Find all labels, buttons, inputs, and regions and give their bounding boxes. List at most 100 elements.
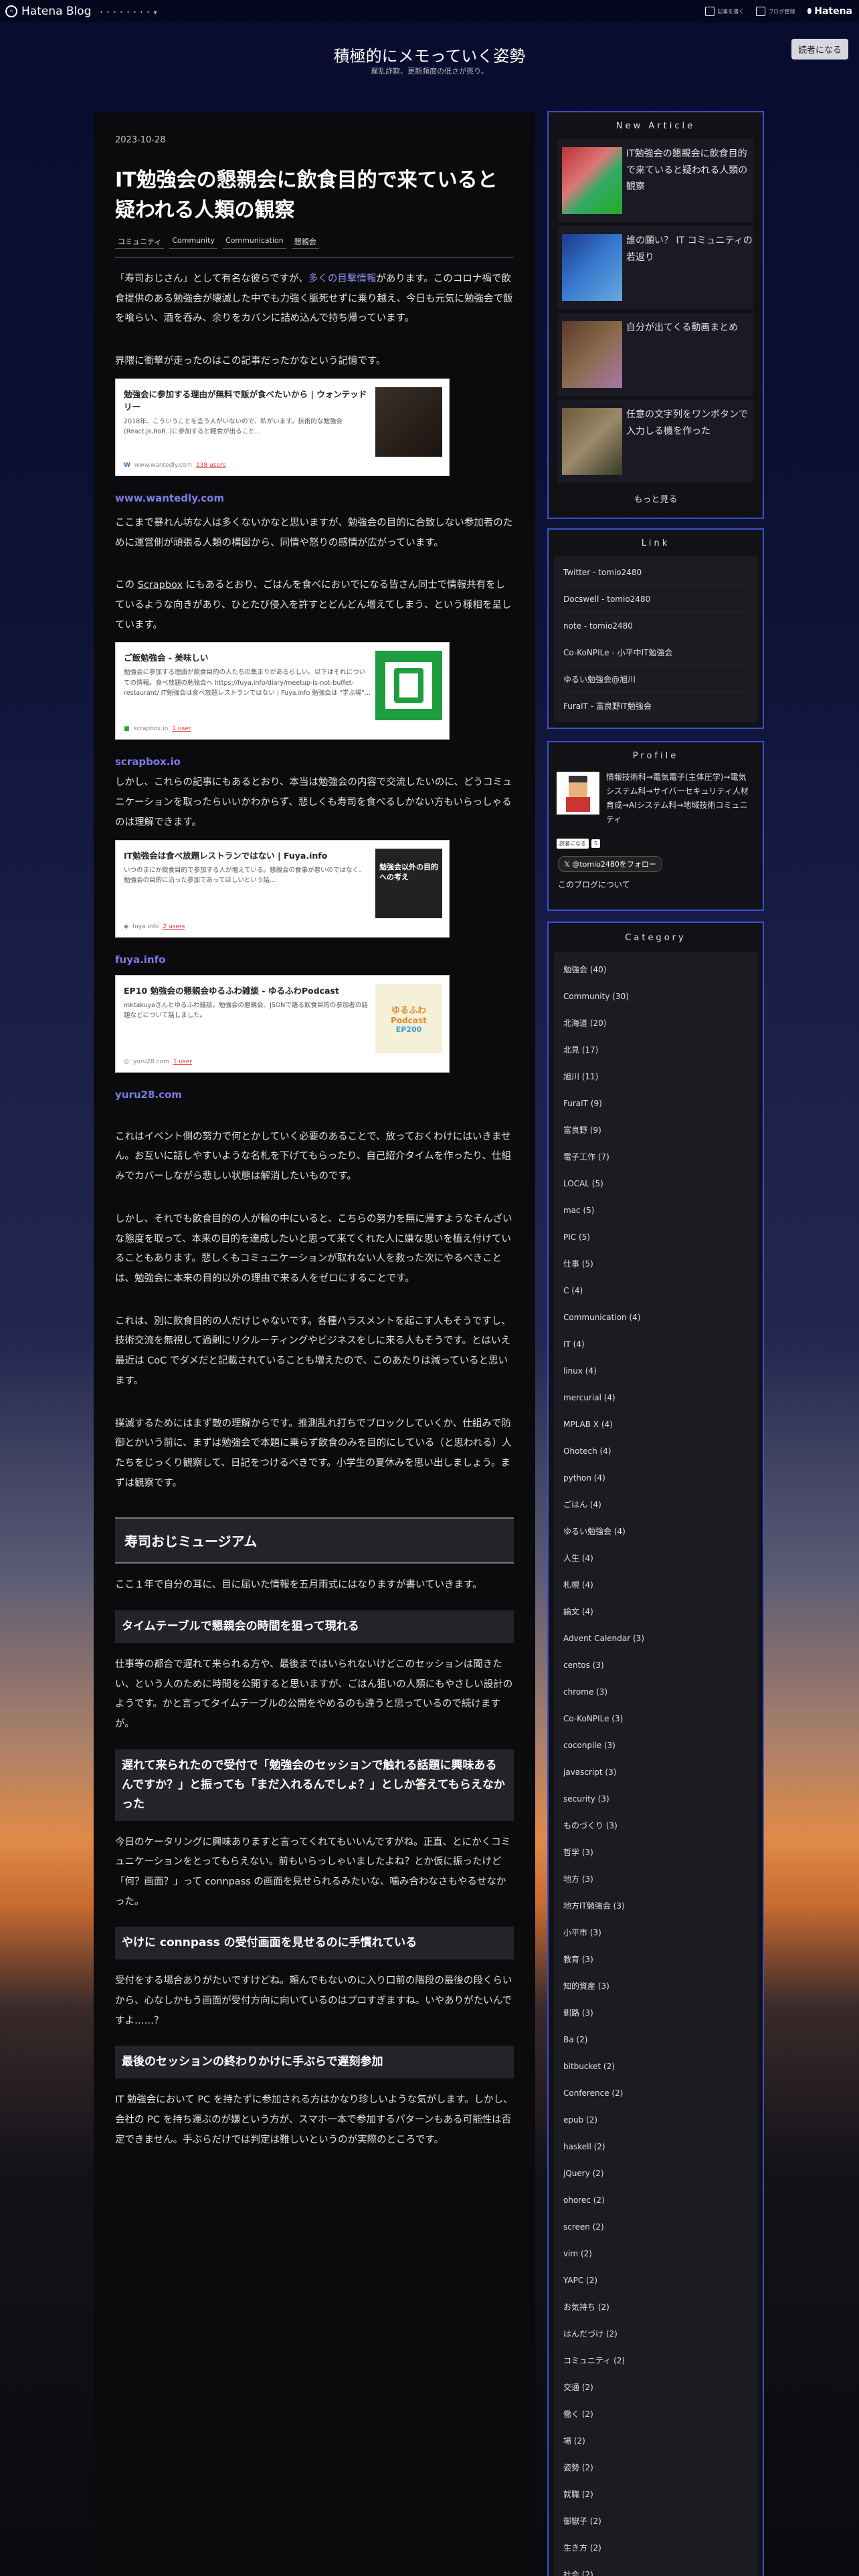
category-item[interactable]: 札幌 (4) — [563, 1572, 748, 1598]
category-item[interactable]: 北海道 (20) — [563, 1010, 748, 1037]
source-link[interactable]: fuya.info — [115, 954, 514, 966]
category-item[interactable]: 生き方 (2) — [563, 2535, 748, 2561]
external-link[interactable]: Co-KoNPILe - 小平中IT勉強会 — [563, 639, 748, 666]
blog-manage-button[interactable]: ブログ管理 — [756, 7, 795, 16]
category-item[interactable]: 勉強会 (40) — [563, 956, 748, 983]
category-item[interactable]: ごはん (4) — [563, 1491, 748, 1518]
category-item[interactable]: PIC (5) — [563, 1224, 748, 1251]
source-link[interactable]: scrapbox.io — [115, 756, 514, 768]
recent-article-item[interactable]: IT勉強会の懇親会に飲食目的で来ていると疑われる人類の観察 — [558, 139, 753, 222]
hatena-menu-button[interactable]: ⬮ Hatena — [807, 6, 852, 17]
link-card-wantedly[interactable]: 勉強会に参加する理由が無料で飯が食べたいから | ウォンテッドリー 2018年、… — [115, 378, 450, 476]
category-item[interactable]: centos (3) — [563, 1652, 748, 1679]
category-item[interactable]: epub (2) — [563, 2107, 748, 2133]
category-item[interactable]: vim (2) — [563, 2240, 748, 2267]
category-item[interactable]: 北見 (17) — [563, 1037, 748, 1063]
category-item[interactable]: python (4) — [563, 1465, 748, 1491]
link-card-yuru28[interactable]: EP10 勉強会の懇親会ゆるふわ雑談 - ゆるふわPodcast mktakuy… — [115, 974, 450, 1073]
category-item[interactable]: javascript (3) — [563, 1759, 748, 1786]
source-link[interactable]: yuru28.com — [115, 1089, 514, 1101]
external-link[interactable]: Twitter - tomio2480 — [563, 559, 748, 586]
category-item[interactable]: 姿勢 (2) — [563, 2454, 748, 2481]
category-item[interactable]: 地方 (3) — [563, 1866, 748, 1893]
subscribe-button[interactable]: 読者になる — [791, 39, 848, 60]
category-item[interactable]: Co-KoNPILe (3) — [563, 1705, 748, 1732]
category-item[interactable]: linux (4) — [563, 1358, 748, 1384]
category-item[interactable]: 釧路 (3) — [563, 2000, 748, 2026]
category-item[interactable]: Ba (2) — [563, 2026, 748, 2053]
about-blog-link[interactable]: このブログについて — [558, 879, 763, 890]
category-item[interactable]: コミュニティ (2) — [563, 2347, 748, 2374]
category-item[interactable]: Advent Calendar (3) — [563, 1625, 748, 1652]
category-item[interactable]: haskell (2) — [563, 2133, 748, 2160]
category-tag[interactable]: 懇親会 — [291, 235, 319, 249]
bookmark-users[interactable]: 138 users — [196, 462, 225, 469]
category-item[interactable]: 電子工作 (7) — [563, 1144, 748, 1170]
subscribe-small-button[interactable]: 読者になる — [557, 839, 589, 849]
category-item[interactable]: 旭川 (11) — [563, 1063, 748, 1090]
category-item[interactable]: Communication (4) — [563, 1304, 748, 1331]
category-item[interactable]: C (4) — [563, 1277, 748, 1304]
category-tag[interactable]: Community — [169, 235, 218, 249]
recent-article-item[interactable]: 任意の文字列をワンボタンで入力しる機を作った — [558, 400, 753, 483]
category-item[interactable]: Ohotech (4) — [563, 1438, 748, 1465]
category-tag[interactable]: Communication — [223, 235, 286, 249]
twitter-follow-button[interactable]: 𝕏 @tomio2480をフォロー — [558, 856, 662, 872]
category-item[interactable]: はんだづけ (2) — [563, 2321, 748, 2347]
category-item[interactable]: IT (4) — [563, 1331, 748, 1358]
source-link[interactable]: www.wantedly.com — [115, 492, 514, 504]
category-tag[interactable]: コミュニティ — [115, 235, 165, 249]
sightings-link[interactable]: 多くの目撃情報 — [308, 274, 377, 284]
category-item[interactable]: bitbucket (2) — [563, 2053, 748, 2080]
category-item[interactable]: jQuery (2) — [563, 2160, 748, 2187]
category-item[interactable]: MPLAB X (4) — [563, 1411, 748, 1438]
category-item[interactable]: ohorec (2) — [563, 2187, 748, 2214]
external-link[interactable]: ゆるい勉強会@旭川 — [563, 666, 748, 693]
category-item[interactable]: 地方IT勉強会 (3) — [563, 1893, 748, 1919]
category-item[interactable]: security (3) — [563, 1786, 748, 1812]
category-item[interactable]: Community (30) — [563, 983, 748, 1010]
category-item[interactable]: 仕事 (5) — [563, 1251, 748, 1277]
category-item[interactable]: 人生 (4) — [563, 1545, 748, 1572]
blog-title[interactable]: 積極的にメモっていく姿勢 — [0, 43, 859, 66]
category-item[interactable]: mercurial (4) — [563, 1384, 748, 1411]
external-link[interactable]: note - tomio2480 — [563, 613, 748, 639]
category-item[interactable]: LOCAL (5) — [563, 1170, 748, 1197]
article-date[interactable]: 2023-10-28 — [115, 135, 514, 145]
category-item[interactable]: 論文 (4) — [563, 1598, 748, 1625]
category-item[interactable]: screen (2) — [563, 2214, 748, 2240]
category-item[interactable]: 働く (2) — [563, 2401, 748, 2428]
more-articles-link[interactable]: もっと見る — [549, 492, 763, 505]
recent-article-item[interactable]: 誰の願い？ IT コミュニティの若返り — [558, 226, 753, 309]
category-item[interactable]: coconpile (3) — [563, 1732, 748, 1759]
avatar[interactable] — [557, 772, 599, 815]
category-item[interactable]: FuraIT (9) — [563, 1090, 748, 1117]
category-item[interactable]: 社会 (2) — [563, 2561, 748, 2576]
category-item[interactable]: 御嶽子 (2) — [563, 2508, 748, 2535]
category-item[interactable]: 就職 (2) — [563, 2481, 748, 2508]
link-card-fuya[interactable]: IT勉強会は食べ放題レストランではない | Fuya.info いつのまにか飲食… — [115, 839, 450, 938]
category-item[interactable]: mac (5) — [563, 1197, 748, 1224]
category-item[interactable]: 哲学 (3) — [563, 1839, 748, 1866]
category-item[interactable]: ゆるい勉強会 (4) — [563, 1518, 748, 1545]
category-item[interactable]: Conference (2) — [563, 2080, 748, 2107]
link-card-scrapbox[interactable]: ご飯勉強会 - 美味しい 勉強会に参加する理由が飲食目的の人たちの集まりがあるら… — [115, 642, 450, 740]
article-title[interactable]: IT勉強会の懇親会に飲食目的で来ていると疑われる人類の観察 — [115, 165, 514, 225]
external-link[interactable]: Docswell - tomio2480 — [563, 586, 748, 613]
external-link[interactable]: FuraIT - 富良野IT勉強会 — [563, 693, 748, 720]
category-item[interactable]: chrome (3) — [563, 1679, 748, 1705]
scrapbox-link[interactable]: Scrapbox — [138, 580, 183, 591]
user-menu[interactable]: ・・・・・・・・ ▾ — [98, 7, 157, 17]
write-article-button[interactable]: 記事を書く — [705, 7, 744, 16]
category-item[interactable]: 場 (2) — [563, 2428, 748, 2454]
category-item[interactable]: YAPC (2) — [563, 2267, 748, 2294]
hatena-blog-logo[interactable]: ◦ Hatena Blog — [5, 5, 92, 18]
category-item[interactable]: 教育 (3) — [563, 1946, 748, 1973]
category-item[interactable]: お気持ち (2) — [563, 2294, 748, 2321]
category-item[interactable]: 交通 (2) — [563, 2374, 748, 2401]
category-item[interactable]: 富良野 (9) — [563, 1117, 748, 1144]
recent-article-item[interactable]: 自分が出てくる動画まとめ — [558, 313, 753, 396]
category-item[interactable]: ものづくり (3) — [563, 1812, 748, 1839]
category-item[interactable]: 知的資産 (3) — [563, 1973, 748, 2000]
category-item[interactable]: 小平市 (3) — [563, 1919, 748, 1946]
